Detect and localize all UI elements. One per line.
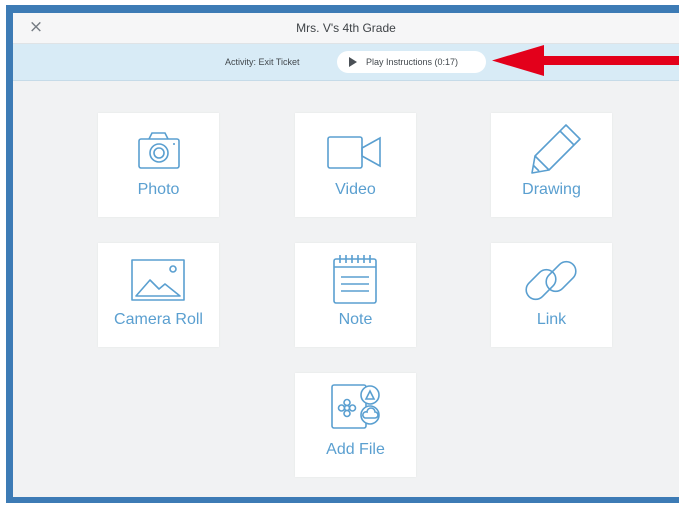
title-bar: × Mrs. V's 4th Grade: [13, 13, 679, 44]
video-camera-icon: [327, 136, 381, 169]
link-icon: [525, 260, 577, 301]
tile-label: Drawing: [522, 181, 581, 198]
tile-label: Link: [536, 311, 567, 328]
notepad-icon: [333, 255, 377, 304]
tile-photo[interactable]: Photo: [98, 113, 219, 217]
play-instructions-button[interactable]: Play Instructions (0:17): [337, 51, 486, 73]
app-frame: × Mrs. V's 4th Grade Activity: Exit Tick…: [6, 5, 679, 503]
activity-label: Activity: Exit Ticket: [225, 57, 300, 67]
tile-label: Photo: [137, 181, 180, 198]
add-file-icon: [331, 384, 380, 429]
tile-camera-roll[interactable]: Camera Roll: [98, 243, 219, 347]
tile-link[interactable]: Link: [491, 243, 612, 347]
play-icon: [349, 57, 357, 67]
camera-icon: [138, 132, 180, 169]
tile-add-file[interactable]: Add File: [295, 373, 416, 477]
tile-note[interactable]: Note: [295, 243, 416, 347]
play-instructions-label: Play Instructions (0:17): [366, 57, 459, 67]
tile-drawing[interactable]: Drawing: [491, 113, 612, 217]
window-title: Mrs. V's 4th Grade: [296, 21, 396, 35]
tile-video[interactable]: Video: [295, 113, 416, 217]
tile-label: Add File: [326, 441, 385, 458]
pencil-icon: [531, 124, 581, 174]
app-window: × Mrs. V's 4th Grade Activity: Exit Tick…: [13, 13, 679, 497]
image-icon: [131, 259, 185, 301]
tile-label: Video: [335, 181, 376, 198]
annotation-arrow-icon: [492, 45, 679, 76]
tile-label: Camera Roll: [114, 311, 203, 328]
tile-label: Note: [338, 311, 373, 328]
